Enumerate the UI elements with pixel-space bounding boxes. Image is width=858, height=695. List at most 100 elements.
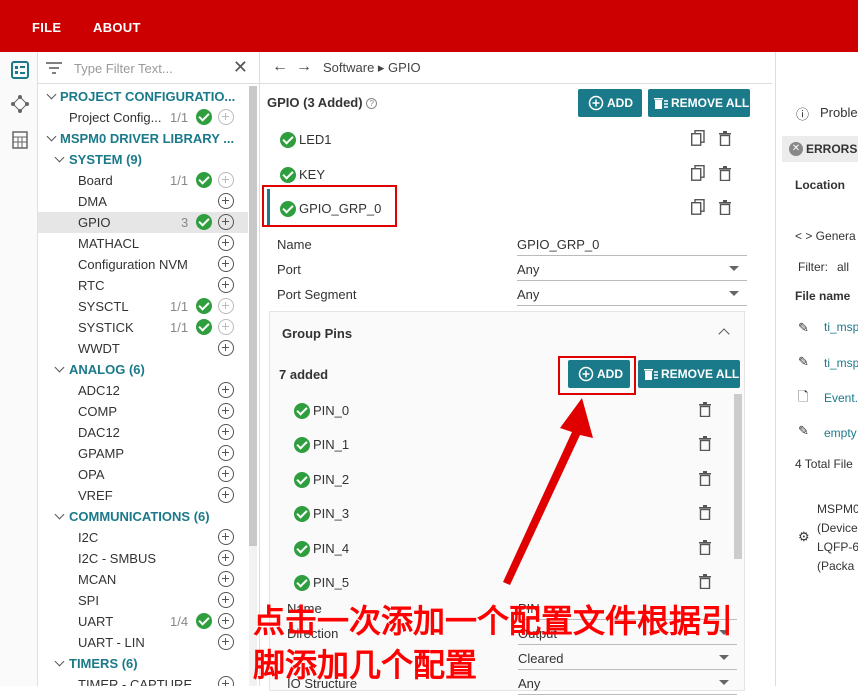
tree-item-dac12[interactable]: DAC12 (38, 422, 248, 443)
clear-filter-icon[interactable]: ✕ (233, 57, 248, 78)
add-icon[interactable] (218, 298, 234, 314)
trash-icon[interactable] (699, 574, 711, 589)
tree-item-mathacl[interactable]: MATHACL (38, 233, 248, 254)
trash-icon[interactable] (699, 471, 711, 486)
tree-item-project-config[interactable]: Project Config... 1/1 (38, 107, 248, 128)
tree-item-uart[interactable]: UART 1/4 (38, 611, 248, 632)
tree-item-rtc[interactable]: RTC (38, 275, 248, 296)
add-icon[interactable] (218, 634, 234, 650)
trash-icon[interactable] (699, 436, 711, 451)
name-field[interactable]: Name GPIO_GRP_0 (277, 234, 747, 256)
instance-led1[interactable]: LED1 (280, 130, 400, 150)
filter-input[interactable]: Type Filter Text... (74, 61, 173, 76)
tree-analog[interactable]: ANALOG (6) (38, 359, 248, 380)
tree-item-adc12[interactable]: ADC12 (38, 380, 248, 401)
add-icon[interactable] (218, 235, 234, 251)
add-icon[interactable] (218, 424, 234, 440)
help-icon[interactable]: ? (366, 98, 378, 110)
copy-icon[interactable] (691, 165, 705, 181)
trash-icon[interactable] (719, 131, 731, 146)
pin-item[interactable]: PIN_3 (294, 504, 394, 524)
calculator-icon[interactable] (10, 130, 30, 150)
tree-item-opa[interactable]: OPA (38, 464, 248, 485)
add-instance-button[interactable]: ADD (578, 89, 642, 117)
add-icon[interactable] (218, 319, 234, 335)
pin-list-scrollbar[interactable] (734, 394, 742, 559)
instance-key[interactable]: KEY (280, 165, 400, 185)
tree-item-spi[interactable]: SPI (38, 590, 248, 611)
tree-item-systick[interactable]: SYSTICK 1/1 (38, 317, 248, 338)
remove-all-pins-button[interactable]: REMOVE ALL (638, 360, 740, 388)
add-icon[interactable] (218, 214, 234, 230)
breadcrumb-path[interactable]: Software ▸ GPIO (323, 60, 421, 76)
add-icon[interactable] (218, 340, 234, 356)
tree-item-gpio[interactable]: GPIO 3 (38, 212, 248, 233)
menu-about[interactable]: ABOUT (93, 20, 141, 35)
tree-item-vref[interactable]: VREF (38, 485, 248, 506)
add-icon[interactable] (218, 613, 234, 629)
tree-item-i2c-smbus[interactable]: I2C - SMBUS (38, 548, 248, 569)
add-icon[interactable] (218, 193, 234, 209)
software-view-icon[interactable] (10, 60, 30, 80)
add-icon[interactable] (218, 445, 234, 461)
add-icon[interactable] (218, 466, 234, 482)
tree-item-sysctl[interactable]: SYSCTL 1/1 (38, 296, 248, 317)
add-icon[interactable] (218, 256, 234, 272)
add-icon[interactable] (218, 277, 234, 293)
pin-item[interactable]: PIN_2 (294, 470, 394, 490)
tree-timers[interactable]: TIMERS (6) (38, 653, 248, 674)
pin-item[interactable]: PIN_0 (294, 401, 394, 421)
tree-item-config-nvm[interactable]: Configuration NVM (38, 254, 248, 275)
add-icon[interactable] (218, 487, 234, 503)
add-icon[interactable] (218, 571, 234, 587)
pin-item[interactable]: PIN_5 (294, 573, 394, 593)
tree-driver-library[interactable]: MSPM0 DRIVER LIBRARY ... (38, 128, 248, 149)
tree-item-gpamp[interactable]: GPAMP (38, 443, 248, 464)
port-segment-select[interactable]: Port Segment Any (277, 284, 747, 306)
trash-icon[interactable] (719, 166, 731, 181)
port-select[interactable]: Port Any (277, 259, 747, 281)
pin-item[interactable]: PIN_4 (294, 539, 394, 559)
hierarchy-icon[interactable] (10, 94, 30, 114)
back-arrow-icon[interactable]: ← (272, 58, 288, 76)
tree-project-config[interactable]: PROJECT CONFIGURATIO... (38, 86, 248, 107)
tree-communications[interactable]: COMMUNICATIONS (6) (38, 506, 248, 527)
add-icon[interactable] (218, 109, 234, 125)
tree-system[interactable]: SYSTEM (9) (38, 149, 248, 170)
location-column-header[interactable]: Location (795, 178, 845, 192)
file-link[interactable]: empty (824, 426, 857, 440)
add-icon[interactable] (218, 550, 234, 566)
trash-icon[interactable] (699, 402, 711, 417)
trash-icon[interactable] (719, 200, 731, 215)
problems-title[interactable]: Proble (820, 105, 858, 120)
remove-all-instances-button[interactable]: REMOVE ALL (648, 89, 750, 117)
tree-item-mcan[interactable]: MCAN (38, 569, 248, 590)
errors-tab[interactable]: ✕ ERRORS (782, 136, 858, 162)
file-link[interactable]: Event. (824, 391, 858, 405)
scrollbar-thumb[interactable] (249, 86, 257, 546)
trash-icon[interactable] (699, 505, 711, 520)
filter-value[interactable]: all (837, 260, 849, 274)
collapse-icon[interactable] (718, 328, 730, 340)
tree-item-wwdt[interactable]: WWDT (38, 338, 248, 359)
add-icon[interactable] (218, 172, 234, 188)
add-icon[interactable] (218, 403, 234, 419)
file-link[interactable]: ti_msp (824, 320, 858, 334)
add-icon[interactable] (218, 382, 234, 398)
copy-icon[interactable] (691, 130, 705, 146)
tree-item-dma[interactable]: DMA (38, 191, 248, 212)
trash-icon[interactable] (699, 540, 711, 555)
add-icon[interactable] (218, 592, 234, 608)
tree-item-comp[interactable]: COMP (38, 401, 248, 422)
tree-item-i2c[interactable]: I2C (38, 527, 248, 548)
add-icon[interactable] (218, 529, 234, 545)
general-tab[interactable]: < > Genera (795, 229, 856, 243)
copy-icon[interactable] (691, 199, 705, 215)
tree-item-timer-capture[interactable]: TIMER - CAPTURE (38, 674, 248, 686)
file-name-header[interactable]: File name (795, 289, 850, 303)
tree-item-board[interactable]: Board 1/1 (38, 170, 248, 191)
tree-item-uart-lin[interactable]: UART - LIN (38, 632, 248, 653)
menu-file[interactable]: FILE (32, 20, 61, 35)
add-icon[interactable] (218, 676, 234, 686)
pin-item[interactable]: PIN_1 (294, 435, 394, 455)
